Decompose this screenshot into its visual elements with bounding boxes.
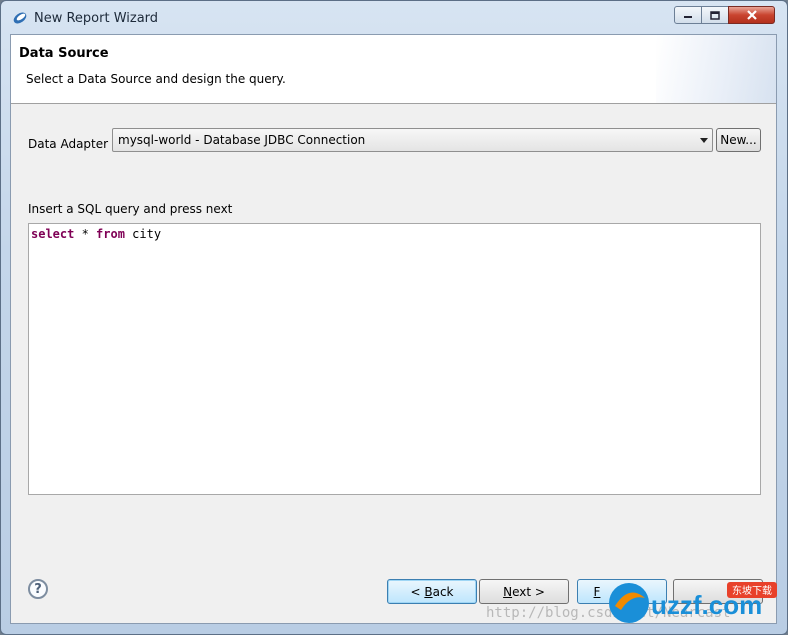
minimize-icon (684, 16, 692, 18)
next-label-rest: ext > (512, 584, 545, 599)
sql-keyword-select: select (31, 227, 75, 241)
back-mnemonic: B (424, 584, 433, 599)
back-prefix: < (410, 584, 425, 599)
close-button[interactable] (728, 6, 775, 24)
chevron-down-icon[interactable] (700, 138, 708, 143)
data-adapter-value: mysql-world - Database JDBC Connection (118, 133, 366, 147)
help-button[interactable]: ? (28, 579, 48, 599)
next-button[interactable]: Next > (479, 579, 569, 604)
close-icon (746, 10, 757, 20)
title-bar[interactable]: New Report Wizard (1, 1, 787, 35)
maximize-icon (710, 10, 720, 20)
window-title: New Report Wizard (34, 11, 159, 26)
minimize-button[interactable] (674, 6, 702, 24)
maximize-button[interactable] (701, 6, 729, 24)
page-title: Data Source (19, 46, 109, 61)
uzzf-logo: uzzf.com 东坡下载 (609, 582, 777, 623)
data-adapter-select[interactable]: mysql-world - Database JDBC Connection (112, 128, 713, 152)
sql-star: * (74, 227, 97, 241)
finish-mnemonic: F (593, 584, 601, 599)
wizard-body: Data Source Select a Data Source and des… (10, 34, 777, 624)
sql-query-label: Insert a SQL query and press next (28, 202, 233, 216)
new-adapter-button[interactable]: New... (716, 128, 761, 152)
wizard-window: New Report Wizard Data Source Select a D… (0, 0, 788, 635)
sql-keyword-from: from (96, 227, 125, 241)
back-label-rest: ack (432, 584, 454, 599)
data-adapter-label: Data Adapter (28, 137, 109, 151)
sql-table-name: city (124, 227, 162, 241)
next-mnemonic: N (503, 584, 513, 599)
back-button[interactable]: < Back (387, 579, 477, 604)
help-icon: ? (34, 581, 42, 597)
page-subtitle: Select a Data Source and design the quer… (26, 72, 286, 86)
wizard-header: Data Source Select a Data Source and des… (11, 35, 776, 104)
watermark-badge: 东坡下载 (732, 584, 772, 597)
header-decoration (656, 35, 776, 103)
sql-query-editor[interactable]: select * from city (28, 223, 761, 495)
eclipse-app-icon (13, 12, 27, 24)
